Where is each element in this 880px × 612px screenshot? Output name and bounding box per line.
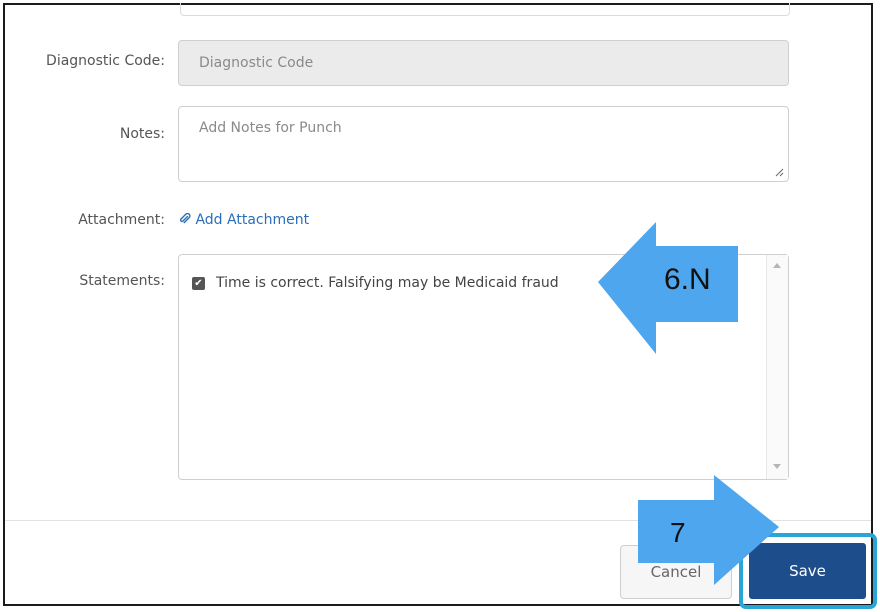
callout-arrow-7-icon bbox=[638, 475, 779, 585]
paperclip-icon bbox=[179, 212, 191, 224]
statements-scrollbar[interactable] bbox=[766, 255, 788, 479]
checkmark-icon: ✔ bbox=[194, 277, 203, 289]
statement-checkbox[interactable]: ✔ bbox=[192, 276, 205, 290]
callout-step-7: 7 bbox=[670, 517, 686, 548]
add-attachment-label: Add Attachment bbox=[195, 212, 310, 228]
diagnostic-code-input[interactable]: Diagnostic Code bbox=[178, 40, 789, 86]
notes-placeholder: Add Notes for Punch bbox=[199, 120, 342, 136]
scroll-down-icon[interactable] bbox=[773, 464, 781, 469]
statement-item[interactable]: ✔ Time is correct. Falsifying may be Med… bbox=[192, 275, 559, 291]
add-attachment-link[interactable]: Add Attachment bbox=[179, 212, 309, 228]
callout-step-6: 6.N bbox=[664, 263, 711, 296]
attachment-label: Attachment: bbox=[78, 212, 165, 228]
notes-label: Notes: bbox=[119, 126, 165, 142]
notes-textarea[interactable]: Add Notes for Punch bbox=[178, 106, 789, 182]
statements-label: Statements: bbox=[79, 273, 165, 289]
diagnostic-code-label: Diagnostic Code: bbox=[46, 53, 165, 69]
resize-handle-icon[interactable] bbox=[775, 168, 784, 177]
statement-text: Time is correct. Falsifying may be Medic… bbox=[216, 275, 559, 291]
previous-field-edge bbox=[180, 3, 790, 16]
scroll-up-icon[interactable] bbox=[773, 263, 781, 268]
